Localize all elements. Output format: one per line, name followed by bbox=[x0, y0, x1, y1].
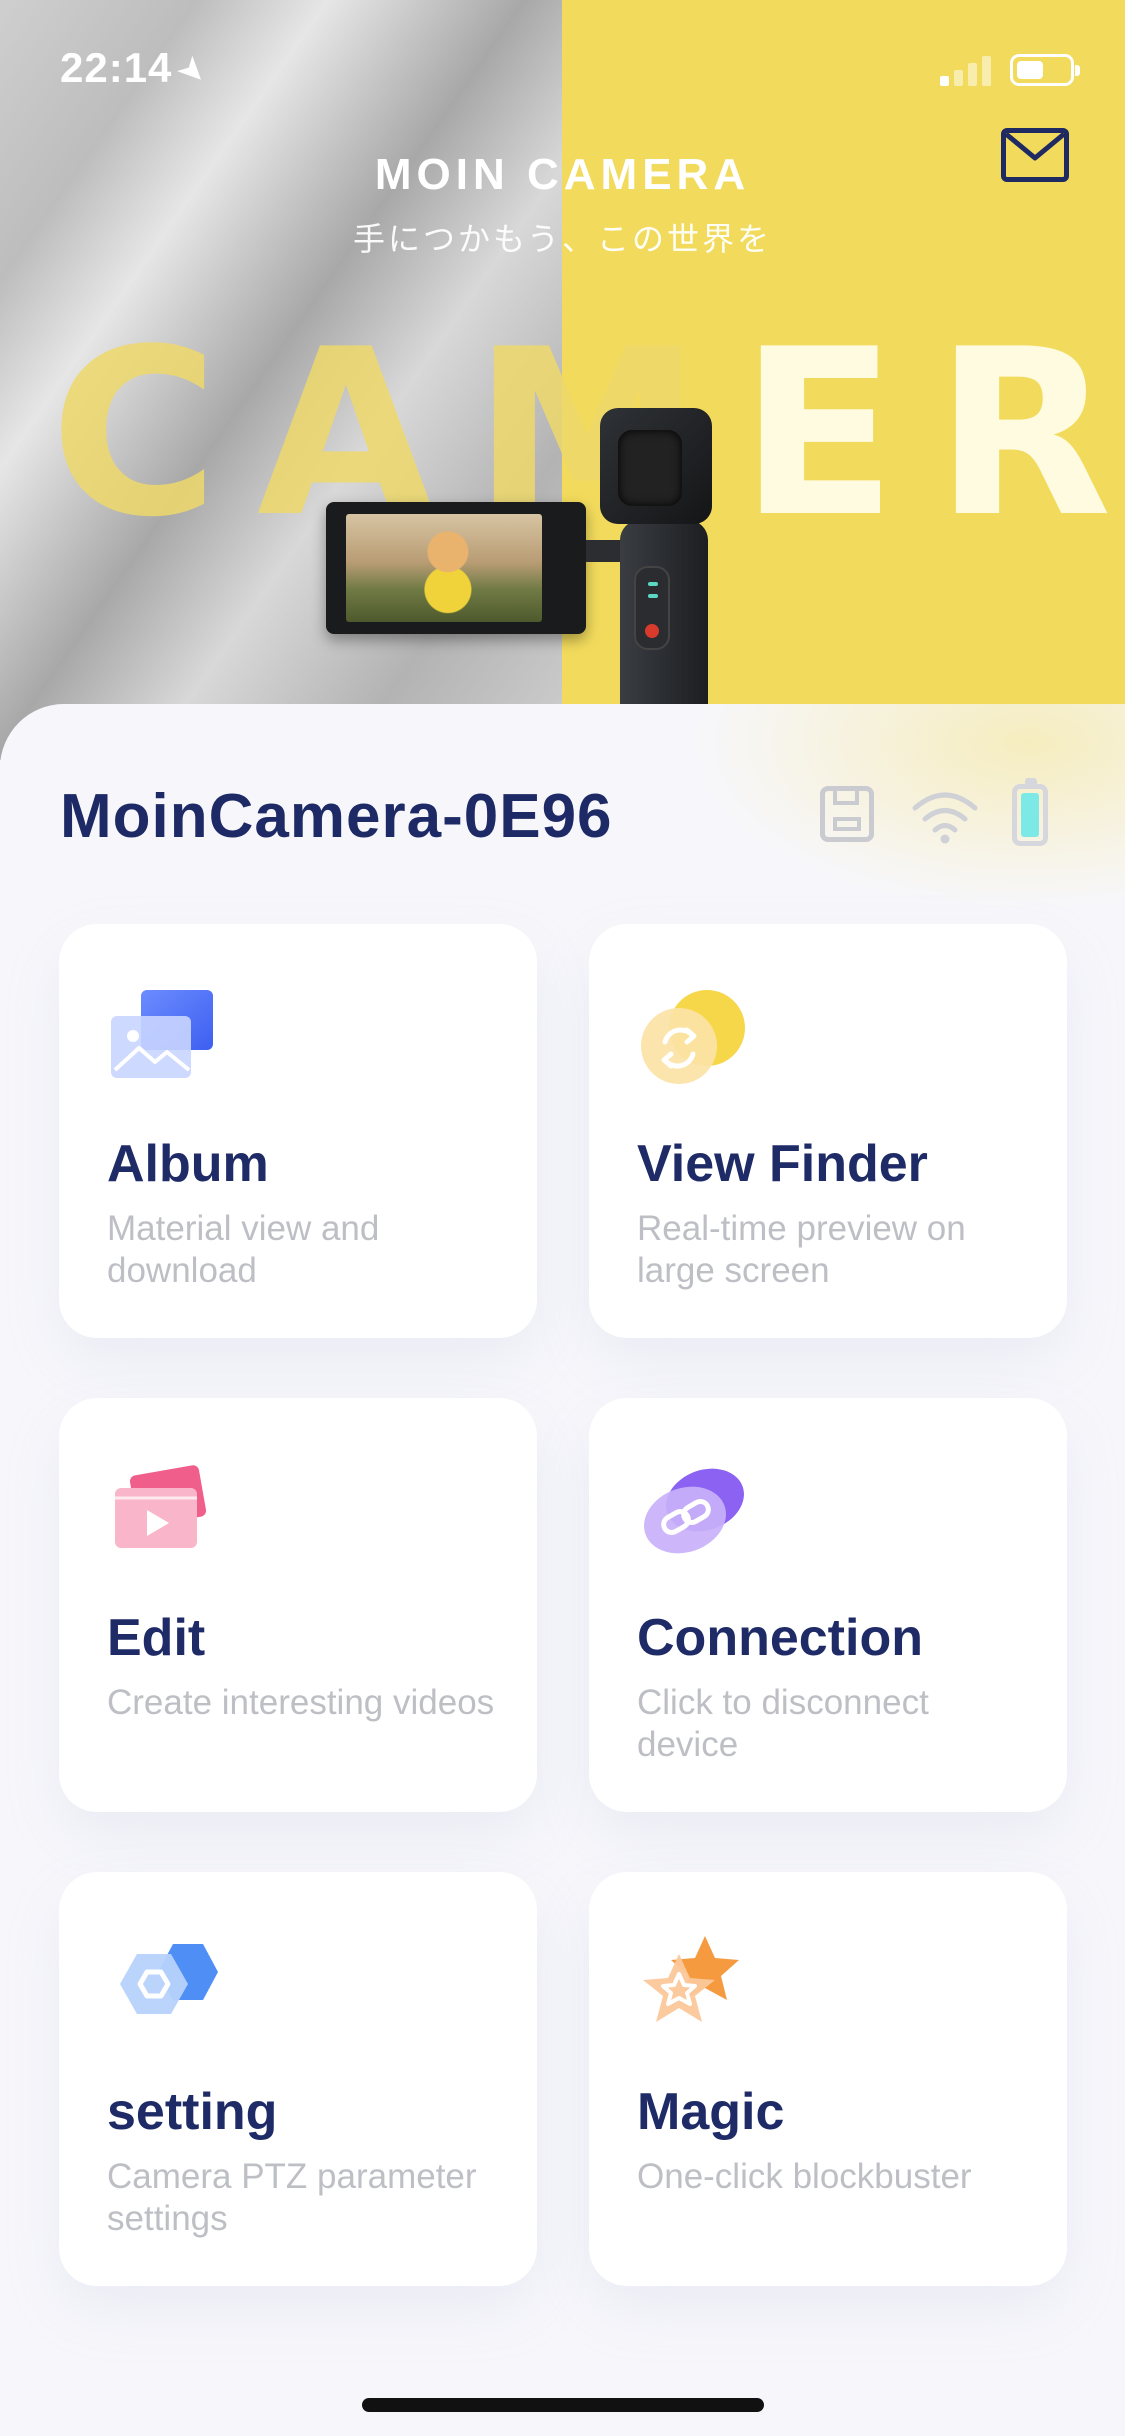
main-sheet: MoinCamera-0E96 Album Material view and bbox=[0, 704, 1125, 2436]
brand-title: MOIN CAMERA bbox=[374, 150, 751, 199]
cellular-signal-icon bbox=[940, 52, 996, 86]
sd-card-icon bbox=[820, 786, 874, 842]
camera-screen-photo bbox=[346, 514, 542, 622]
hero-banner: CAMERA 22:14➤ MOIN CAMERA 手につかもう、この世界を bbox=[0, 0, 1125, 760]
status-bar-time: 22:14➤ bbox=[60, 44, 218, 95]
setting-desc: Camera PTZ parameter settings bbox=[107, 2157, 477, 2238]
camera-buttons bbox=[634, 566, 670, 650]
album-title: Album bbox=[107, 1135, 269, 1193]
connection-card[interactable]: Connection Click to disconnect device bbox=[589, 1398, 1067, 1812]
brand-subtitle: 手につかもう、この世界を bbox=[352, 221, 773, 257]
magic-desc: One-click blockbuster bbox=[637, 2157, 972, 2196]
mail-icon[interactable] bbox=[1001, 128, 1069, 182]
hexagon-settings-icon bbox=[120, 1944, 218, 2014]
home-indicator[interactable] bbox=[362, 2398, 764, 2412]
connection-title: Connection bbox=[637, 1609, 923, 1667]
album-desc: Material view and download bbox=[107, 1209, 380, 1290]
setting-card[interactable]: setting Camera PTZ parameter settings bbox=[59, 1872, 537, 2286]
camera-lens bbox=[618, 430, 682, 506]
album-card[interactable]: Album Material view and download bbox=[59, 924, 537, 1338]
view-finder-desc: Real-time preview on large screen bbox=[637, 1209, 966, 1290]
view-finder-card[interactable]: View Finder Real-time preview on large s… bbox=[589, 924, 1067, 1338]
magic-title: Magic bbox=[637, 2083, 785, 2141]
record-button-dot bbox=[645, 624, 659, 638]
edit-card[interactable]: Edit Create interesting videos bbox=[59, 1398, 537, 1812]
viewfinder-icon bbox=[641, 990, 745, 1084]
link-icon bbox=[644, 1468, 744, 1554]
magic-card[interactable]: Magic One-click blockbuster bbox=[589, 1872, 1067, 2286]
status-battery-icon bbox=[1010, 54, 1080, 86]
battery-icon bbox=[1012, 778, 1048, 846]
wifi-icon bbox=[912, 792, 978, 844]
view-finder-title: View Finder bbox=[637, 1135, 928, 1193]
edit-title: Edit bbox=[107, 1609, 206, 1667]
star-magic-icon bbox=[643, 1936, 739, 2022]
setting-title: setting bbox=[107, 2083, 278, 2141]
device-name: MoinCamera-0E96 bbox=[60, 782, 613, 851]
connection-desc: Click to disconnect device bbox=[637, 1683, 929, 1764]
album-icon bbox=[111, 990, 213, 1078]
camera-screen-hinge bbox=[586, 540, 620, 562]
hero-word-right: ERA bbox=[739, 301, 1125, 568]
edit-desc: Create interesting videos bbox=[107, 1683, 495, 1722]
edit-video-icon bbox=[115, 1465, 207, 1548]
